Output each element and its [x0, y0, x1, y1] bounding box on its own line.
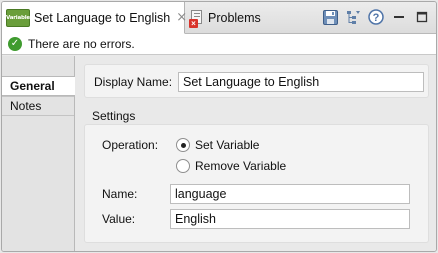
settings-card: Operation: Set Variable Remove Variable … [84, 124, 429, 243]
filter-tree-icon[interactable] [345, 9, 361, 25]
tab-label: Problems [208, 11, 261, 25]
status-text: There are no errors. [28, 37, 135, 51]
help-icon[interactable]: ? [368, 9, 384, 25]
editor-frame: Variable Set Language to English × × Pro… [1, 1, 437, 252]
tab-set-language[interactable]: Variable Set Language to English × [2, 2, 187, 34]
radio-remove-variable[interactable]: Remove Variable [176, 159, 286, 173]
sidebar: General Notes [2, 56, 75, 251]
sidebar-item-label: Notes [10, 99, 42, 113]
maximize-icon[interactable] [414, 9, 430, 25]
sidebar-item-label: General [10, 79, 55, 93]
radio-label: Remove Variable [195, 159, 287, 173]
general-card: Display Name: [84, 64, 429, 98]
sidebar-item-general[interactable]: General [2, 76, 75, 96]
properties-panel: Display Name: Settings Operation: Set Va… [76, 56, 436, 251]
editor-window: Variable Set Language to English × × Pro… [0, 0, 438, 253]
settings-section-title: Settings [92, 109, 136, 123]
variable-icon: Variable [6, 8, 30, 27]
help-glyph: ? [373, 12, 380, 24]
validation-status: ✓ There are no errors. [2, 34, 436, 55]
problems-icon: × [189, 10, 204, 28]
display-name-label: Display Name: [94, 75, 173, 89]
value-label: Value: [102, 212, 136, 226]
radio-set-variable[interactable]: Set Variable [176, 138, 259, 152]
tab-problems[interactable]: × Problems [188, 2, 298, 34]
name-field[interactable] [170, 184, 410, 204]
operation-label: Operation: [102, 138, 159, 152]
name-label: Name: [102, 187, 138, 201]
tab-label: Set Language to English [34, 10, 171, 25]
radio-button[interactable] [176, 138, 190, 152]
view-toolbar: ? [322, 7, 430, 27]
display-name-field[interactable] [178, 72, 424, 92]
check-icon: ✓ [8, 37, 22, 51]
radio-button[interactable] [176, 159, 190, 173]
tab-strip: Variable Set Language to English × × Pro… [2, 2, 436, 34]
minimize-icon[interactable] [391, 9, 407, 25]
radio-label: Set Variable [195, 138, 260, 152]
value-field[interactable] [170, 209, 410, 229]
close-icon[interactable]: × [176, 10, 187, 25]
save-icon[interactable] [322, 9, 338, 25]
sidebar-item-notes[interactable]: Notes [2, 96, 74, 116]
